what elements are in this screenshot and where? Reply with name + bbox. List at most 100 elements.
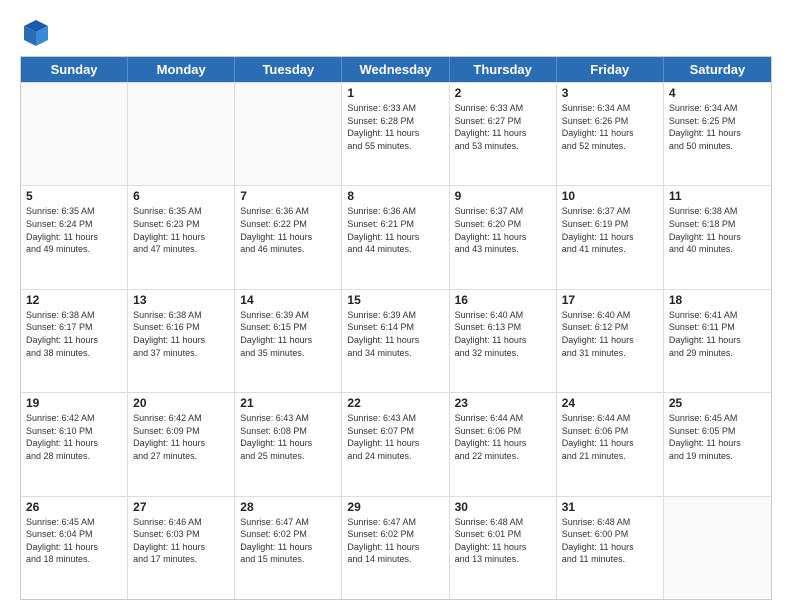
day-number: 5: [26, 189, 122, 203]
day-cell-20: 20 Sunrise: 6:42 AM Sunset: 6:09 PM Dayli…: [128, 393, 235, 495]
weekday-header-thursday: Thursday: [450, 57, 557, 82]
day-info: Sunrise: 6:35 AM Sunset: 6:23 PM Dayligh…: [133, 205, 229, 255]
day-cell-13: 13Sunrise: 6:38 AM Sunset: 6:16 PM Dayli…: [128, 290, 235, 392]
day-info: Sunrise: 6:34 AM Sunset: 6:25 PM Dayligh…: [669, 102, 766, 152]
calendar-body: 1Sunrise: 6:33 AM Sunset: 6:28 PM Daylig…: [21, 82, 771, 599]
day-number: 2: [455, 86, 551, 100]
day-info: Sunrise: 6:39 AM Sunset: 6:15 PM Dayligh…: [240, 309, 336, 359]
day-number: 6: [133, 189, 229, 203]
day-cell-6: 6 Sunrise: 6:35 AM Sunset: 6:23 PM Daylig…: [128, 186, 235, 288]
weekday-header-friday: Friday: [557, 57, 664, 82]
day-info: Sunrise: 6:46 AM Sunset: 6:03 PM Dayligh…: [133, 516, 229, 566]
day-number: 16: [455, 293, 551, 307]
day-info: Sunrise: 6:38 AM Sunset: 6:16 PM Dayligh…: [133, 309, 229, 359]
day-info: Sunrise: 6:48 AM Sunset: 6:00 PM Dayligh…: [562, 516, 658, 566]
day-cell-14: 14 Sunrise: 6:39 AM Sunset: 6:15 PM Dayli…: [235, 290, 342, 392]
day-number: 28: [240, 500, 336, 514]
day-number: 3: [562, 86, 658, 100]
empty-cell-4-6: [664, 497, 771, 599]
day-info: Sunrise: 6:38 AM Sunset: 6:17 PM Dayligh…: [26, 309, 122, 359]
day-cell-2: 2 Sunrise: 6:33 AM Sunset: 6:27 PM Daylig…: [450, 83, 557, 185]
logo-flag-icon: [22, 18, 50, 46]
day-number: 22: [347, 396, 443, 410]
day-number: 18: [669, 293, 766, 307]
calendar-header: SundayMondayTuesdayWednesdayThursdayFrid…: [21, 57, 771, 82]
day-number: 23: [455, 396, 551, 410]
weekday-header-wednesday: Wednesday: [342, 57, 449, 82]
day-cell-4: 4 Sunrise: 6:34 AM Sunset: 6:25 PM Daylig…: [664, 83, 771, 185]
day-cell-17: 17 Sunrise: 6:40 AM Sunset: 6:12 PM Dayli…: [557, 290, 664, 392]
day-cell-18: 18 Sunrise: 6:41 AM Sunset: 6:11 PM Dayli…: [664, 290, 771, 392]
day-number: 7: [240, 189, 336, 203]
day-cell-19: 19 Sunrise: 6:42 AM Sunset: 6:10 PM Dayli…: [21, 393, 128, 495]
day-number: 19: [26, 396, 122, 410]
day-number: 20: [133, 396, 229, 410]
day-info: Sunrise: 6:44 AM Sunset: 6:06 PM Dayligh…: [562, 412, 658, 462]
weekday-header-tuesday: Tuesday: [235, 57, 342, 82]
day-number: 9: [455, 189, 551, 203]
day-info: Sunrise: 6:42 AM Sunset: 6:09 PM Dayligh…: [133, 412, 229, 462]
day-cell-22: 22Sunrise: 6:43 AM Sunset: 6:07 PM Dayli…: [342, 393, 449, 495]
day-number: 17: [562, 293, 658, 307]
calendar-row-1: 5 Sunrise: 6:35 AM Sunset: 6:24 PM Daylig…: [21, 185, 771, 288]
day-cell-12: 12 Sunrise: 6:38 AM Sunset: 6:17 PM Dayli…: [21, 290, 128, 392]
day-number: 15: [347, 293, 443, 307]
day-cell-21: 21 Sunrise: 6:43 AM Sunset: 6:08 PM Dayli…: [235, 393, 342, 495]
empty-cell-0-1: [128, 83, 235, 185]
day-number: 24: [562, 396, 658, 410]
day-cell-5: 5 Sunrise: 6:35 AM Sunset: 6:24 PM Daylig…: [21, 186, 128, 288]
day-cell-15: 15Sunrise: 6:39 AM Sunset: 6:14 PM Dayli…: [342, 290, 449, 392]
day-info: Sunrise: 6:37 AM Sunset: 6:19 PM Dayligh…: [562, 205, 658, 255]
day-number: 8: [347, 189, 443, 203]
day-number: 29: [347, 500, 443, 514]
day-info: Sunrise: 6:42 AM Sunset: 6:10 PM Dayligh…: [26, 412, 122, 462]
day-info: Sunrise: 6:40 AM Sunset: 6:13 PM Dayligh…: [455, 309, 551, 359]
day-number: 27: [133, 500, 229, 514]
day-number: 10: [562, 189, 658, 203]
day-info: Sunrise: 6:37 AM Sunset: 6:20 PM Dayligh…: [455, 205, 551, 255]
weekday-header-monday: Monday: [128, 57, 235, 82]
header: [20, 18, 772, 46]
day-cell-1: 1Sunrise: 6:33 AM Sunset: 6:28 PM Daylig…: [342, 83, 449, 185]
day-cell-11: 11Sunrise: 6:38 AM Sunset: 6:18 PM Dayli…: [664, 186, 771, 288]
day-info: Sunrise: 6:33 AM Sunset: 6:27 PM Dayligh…: [455, 102, 551, 152]
day-number: 30: [455, 500, 551, 514]
calendar-row-4: 26 Sunrise: 6:45 AM Sunset: 6:04 PM Dayli…: [21, 496, 771, 599]
day-cell-23: 23 Sunrise: 6:44 AM Sunset: 6:06 PM Dayli…: [450, 393, 557, 495]
day-cell-25: 25 Sunrise: 6:45 AM Sunset: 6:05 PM Dayli…: [664, 393, 771, 495]
day-number: 21: [240, 396, 336, 410]
day-number: 26: [26, 500, 122, 514]
calendar-row-0: 1Sunrise: 6:33 AM Sunset: 6:28 PM Daylig…: [21, 82, 771, 185]
calendar: SundayMondayTuesdayWednesdayThursdayFrid…: [20, 56, 772, 600]
day-info: Sunrise: 6:41 AM Sunset: 6:11 PM Dayligh…: [669, 309, 766, 359]
day-cell-16: 16 Sunrise: 6:40 AM Sunset: 6:13 PM Dayli…: [450, 290, 557, 392]
day-info: Sunrise: 6:47 AM Sunset: 6:02 PM Dayligh…: [240, 516, 336, 566]
weekday-header-sunday: Sunday: [21, 57, 128, 82]
day-info: Sunrise: 6:35 AM Sunset: 6:24 PM Dayligh…: [26, 205, 122, 255]
day-cell-28: 28 Sunrise: 6:47 AM Sunset: 6:02 PM Dayli…: [235, 497, 342, 599]
day-info: Sunrise: 6:33 AM Sunset: 6:28 PM Dayligh…: [347, 102, 443, 152]
day-number: 12: [26, 293, 122, 307]
day-cell-7: 7 Sunrise: 6:36 AM Sunset: 6:22 PM Daylig…: [235, 186, 342, 288]
day-number: 25: [669, 396, 766, 410]
day-number: 14: [240, 293, 336, 307]
day-info: Sunrise: 6:40 AM Sunset: 6:12 PM Dayligh…: [562, 309, 658, 359]
day-cell-24: 24 Sunrise: 6:44 AM Sunset: 6:06 PM Dayli…: [557, 393, 664, 495]
day-cell-30: 30 Sunrise: 6:48 AM Sunset: 6:01 PM Dayli…: [450, 497, 557, 599]
day-info: Sunrise: 6:45 AM Sunset: 6:05 PM Dayligh…: [669, 412, 766, 462]
day-info: Sunrise: 6:43 AM Sunset: 6:08 PM Dayligh…: [240, 412, 336, 462]
calendar-row-2: 12 Sunrise: 6:38 AM Sunset: 6:17 PM Dayli…: [21, 289, 771, 392]
day-cell-29: 29Sunrise: 6:47 AM Sunset: 6:02 PM Dayli…: [342, 497, 449, 599]
day-cell-9: 9 Sunrise: 6:37 AM Sunset: 6:20 PM Daylig…: [450, 186, 557, 288]
day-number: 31: [562, 500, 658, 514]
day-info: Sunrise: 6:44 AM Sunset: 6:06 PM Dayligh…: [455, 412, 551, 462]
day-cell-8: 8Sunrise: 6:36 AM Sunset: 6:21 PM Daylig…: [342, 186, 449, 288]
day-cell-27: 27 Sunrise: 6:46 AM Sunset: 6:03 PM Dayli…: [128, 497, 235, 599]
day-info: Sunrise: 6:36 AM Sunset: 6:22 PM Dayligh…: [240, 205, 336, 255]
day-info: Sunrise: 6:45 AM Sunset: 6:04 PM Dayligh…: [26, 516, 122, 566]
day-number: 4: [669, 86, 766, 100]
day-info: Sunrise: 6:48 AM Sunset: 6:01 PM Dayligh…: [455, 516, 551, 566]
empty-cell-0-0: [21, 83, 128, 185]
day-cell-26: 26 Sunrise: 6:45 AM Sunset: 6:04 PM Dayli…: [21, 497, 128, 599]
empty-cell-0-2: [235, 83, 342, 185]
